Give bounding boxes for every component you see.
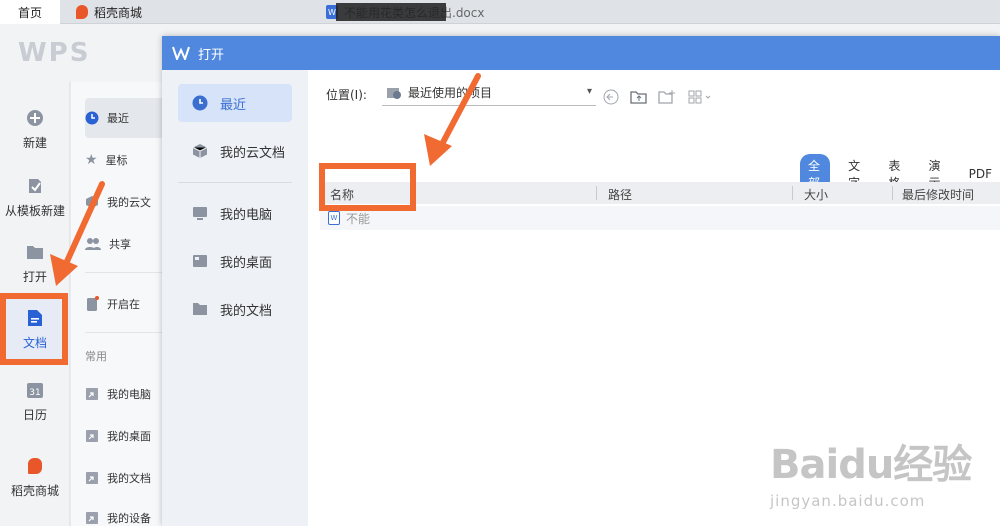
watermark-sub: jingyan.baidu.com	[770, 492, 926, 510]
arrow-icon	[50, 181, 105, 286]
watermark-main: Baidu经验	[770, 442, 972, 488]
baidu-watermark: Baidu经验 jingyan.baidu.com	[770, 432, 972, 510]
screen: 首页 稻壳商城 W 不能用花类怎么退出.docx WPS 新建 从模板新建	[0, 0, 1000, 526]
arrow-icon	[424, 73, 481, 166]
